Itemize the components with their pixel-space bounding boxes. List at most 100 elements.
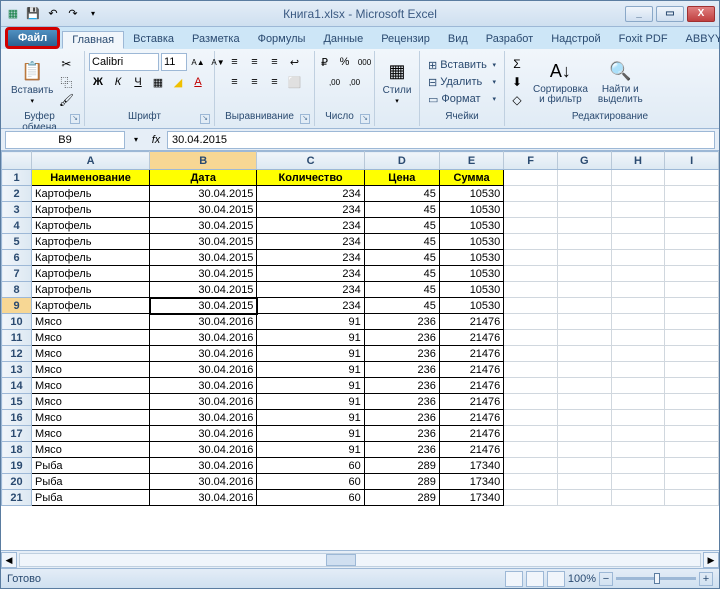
empty-cell[interactable]	[611, 282, 665, 298]
data-cell[interactable]: Мясо	[32, 410, 150, 426]
data-cell[interactable]: 10530	[439, 250, 503, 266]
empty-cell[interactable]	[504, 202, 558, 218]
data-cell[interactable]: Картофель	[32, 186, 150, 202]
data-cell[interactable]: 21476	[439, 314, 503, 330]
empty-cell[interactable]	[557, 186, 611, 202]
empty-cell[interactable]	[665, 250, 719, 266]
data-cell[interactable]: Картофель	[32, 218, 150, 234]
align-top-icon[interactable]: ≡	[226, 53, 244, 71]
redo-icon[interactable]: ↷	[65, 6, 81, 22]
data-cell[interactable]: 236	[364, 362, 439, 378]
data-cell[interactable]: 10530	[439, 266, 503, 282]
data-cell[interactable]: 30.04.2015	[150, 298, 257, 314]
row-header[interactable]: 21	[2, 490, 32, 506]
empty-cell[interactable]	[665, 186, 719, 202]
clear-icon[interactable]: ◇	[509, 92, 525, 108]
data-cell[interactable]: 236	[364, 346, 439, 362]
empty-cell[interactable]	[504, 442, 558, 458]
data-cell[interactable]: 21476	[439, 346, 503, 362]
column-header[interactable]: C	[257, 152, 364, 170]
header-cell[interactable]: Наименование	[32, 170, 150, 186]
sigma-icon[interactable]: Σ	[509, 56, 525, 72]
data-cell[interactable]: 91	[257, 346, 364, 362]
italic-button[interactable]: К	[109, 73, 127, 91]
tab-формулы[interactable]: Формулы	[249, 31, 315, 49]
currency-icon[interactable]: ₽	[316, 53, 334, 71]
empty-cell[interactable]	[665, 298, 719, 314]
empty-cell[interactable]	[557, 282, 611, 298]
empty-cell[interactable]	[504, 330, 558, 346]
column-header[interactable]: H	[611, 152, 665, 170]
zoom-in-button[interactable]: +	[699, 572, 713, 586]
row-header[interactable]: 5	[2, 234, 32, 250]
empty-cell[interactable]	[504, 394, 558, 410]
cut-icon[interactable]: ✂	[58, 56, 74, 72]
row-header[interactable]: 10	[2, 314, 32, 330]
data-cell[interactable]: Мясо	[32, 442, 150, 458]
tab-foxit pdf[interactable]: Foxit PDF	[610, 31, 677, 49]
data-cell[interactable]: 236	[364, 394, 439, 410]
empty-cell[interactable]	[557, 442, 611, 458]
data-cell[interactable]: 234	[257, 202, 364, 218]
empty-cell[interactable]	[665, 458, 719, 474]
empty-cell[interactable]	[504, 314, 558, 330]
data-cell[interactable]: Мясо	[32, 426, 150, 442]
sort-filter-button[interactable]: A↓Сортировка и фильтр	[531, 58, 590, 107]
data-cell[interactable]: 45	[364, 186, 439, 202]
percent-icon[interactable]: %	[336, 53, 354, 71]
data-cell[interactable]: 236	[364, 410, 439, 426]
data-cell[interactable]: 289	[364, 458, 439, 474]
find-select-button[interactable]: 🔍Найти и выделить	[596, 58, 645, 107]
data-cell[interactable]: 234	[257, 186, 364, 202]
empty-cell[interactable]	[611, 234, 665, 250]
empty-cell[interactable]	[504, 410, 558, 426]
empty-cell[interactable]	[611, 250, 665, 266]
data-cell[interactable]: 234	[257, 282, 364, 298]
data-cell[interactable]: 236	[364, 426, 439, 442]
file-tab[interactable]: Файл	[5, 27, 60, 49]
thousands-icon[interactable]: 000	[356, 53, 374, 71]
tab-данные[interactable]: Данные	[314, 31, 372, 49]
empty-cell[interactable]	[557, 218, 611, 234]
data-cell[interactable]: 45	[364, 202, 439, 218]
data-cell[interactable]: 21476	[439, 394, 503, 410]
empty-cell[interactable]	[557, 202, 611, 218]
empty-cell[interactable]	[665, 346, 719, 362]
data-cell[interactable]: 30.04.2016	[150, 378, 257, 394]
empty-cell[interactable]	[665, 410, 719, 426]
tab-разметка[interactable]: Разметка	[183, 31, 249, 49]
empty-cell[interactable]	[611, 202, 665, 218]
worksheet-grid[interactable]: ABCDEFGHI1НаименованиеДатаКоличествоЦена…	[1, 151, 719, 550]
empty-cell[interactable]	[665, 490, 719, 506]
borders-button[interactable]: ▦	[149, 73, 167, 91]
data-cell[interactable]: 30.04.2016	[150, 442, 257, 458]
zoom-slider[interactable]	[616, 577, 696, 580]
undo-icon[interactable]: ↶	[45, 6, 61, 22]
empty-cell[interactable]	[504, 490, 558, 506]
data-cell[interactable]: Рыба	[32, 458, 150, 474]
empty-cell[interactable]	[557, 298, 611, 314]
tab-abbyy pdf[interactable]: ABBYY PDF	[677, 31, 720, 49]
empty-cell[interactable]	[557, 362, 611, 378]
dialog-launcher-icon[interactable]: ↘	[300, 114, 310, 124]
empty-cell[interactable]	[611, 314, 665, 330]
save-icon[interactable]: 💾	[25, 6, 41, 22]
header-cell[interactable]: Цена	[364, 170, 439, 186]
empty-cell[interactable]	[504, 378, 558, 394]
header-cell[interactable]: Количество	[257, 170, 364, 186]
empty-cell[interactable]	[504, 250, 558, 266]
row-header[interactable]: 18	[2, 442, 32, 458]
empty-cell[interactable]	[557, 410, 611, 426]
row-header[interactable]: 2	[2, 186, 32, 202]
dialog-launcher-icon[interactable]: ↘	[360, 114, 370, 124]
empty-cell[interactable]	[665, 282, 719, 298]
empty-cell[interactable]	[557, 266, 611, 282]
data-cell[interactable]: 289	[364, 474, 439, 490]
empty-cell[interactable]	[557, 314, 611, 330]
data-cell[interactable]: 30.04.2016	[150, 394, 257, 410]
data-cell[interactable]: Картофель	[32, 202, 150, 218]
empty-cell[interactable]	[611, 474, 665, 490]
formula-input[interactable]	[167, 131, 715, 149]
data-cell[interactable]: 45	[364, 218, 439, 234]
font-size-combo[interactable]	[161, 53, 187, 71]
